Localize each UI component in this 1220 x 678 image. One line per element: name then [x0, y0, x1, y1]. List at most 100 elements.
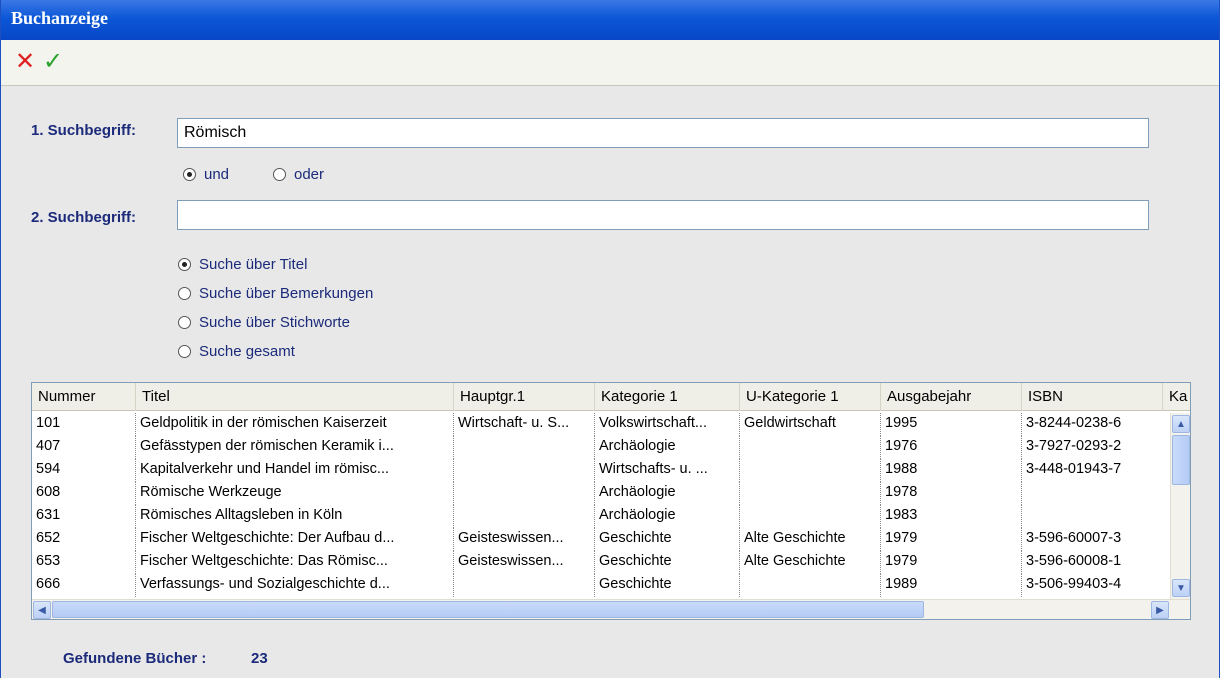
cell-titel[interactable]: Kapitalverkehr und Handel im römisc... [136, 459, 454, 482]
vertical-scroll-thumb[interactable] [1172, 435, 1190, 485]
results-grid[interactable]: Nummer Titel Hauptgr.1 Kategorie 1 U-Kat… [31, 382, 1191, 620]
col-header-ka[interactable]: Ka [1163, 383, 1190, 411]
cell-hauptgr[interactable] [454, 482, 595, 505]
cell-isbn[interactable]: 3-596-60008-1 [1022, 551, 1162, 574]
cell-ukategorie[interactable] [740, 505, 881, 528]
search-term-1-label: 1. Suchbegriff: [31, 122, 137, 139]
col-header-kategorie[interactable]: Kategorie 1 [595, 383, 740, 411]
table-row[interactable]: 101 Geldpolitik in der römischen Kaiserze… [32, 413, 1162, 436]
cell-isbn[interactable]: 3-448-01943-7 [1022, 459, 1162, 482]
cell-kategorie[interactable]: Geschichte [595, 528, 740, 551]
radio-oder-dot[interactable] [273, 168, 286, 181]
cell-ausgabejahr[interactable]: 1976 [881, 436, 1022, 459]
cell-titel[interactable]: Gefässtypen der römischen Keramik i... [136, 436, 454, 459]
scroll-down-icon[interactable]: ▼ [1172, 579, 1190, 597]
cell-isbn[interactable] [1022, 482, 1162, 505]
table-row[interactable]: 594 Kapitalverkehr und Handel im römisc..… [32, 459, 1162, 482]
radio-scope-stichworte-dot[interactable] [178, 316, 191, 329]
cell-isbn[interactable]: 3-506-99403-4 [1022, 574, 1162, 597]
cell-titel[interactable]: Geldpolitik in der römischen Kaiserzeit [136, 413, 454, 436]
cell-hauptgr[interactable] [454, 574, 595, 597]
cell-kategorie[interactable]: Archäologie [595, 436, 740, 459]
cell-nummer[interactable]: 653 [32, 551, 136, 574]
search-term-2-input[interactable] [177, 200, 1149, 230]
vertical-scrollbar[interactable]: ▲ ▼ [1170, 413, 1190, 599]
cell-hauptgr[interactable] [454, 436, 595, 459]
cell-isbn[interactable] [1022, 505, 1162, 528]
radio-und-dot[interactable] [183, 168, 196, 181]
cell-nummer[interactable]: 666 [32, 574, 136, 597]
cell-hauptgr[interactable]: Geisteswissen... [454, 551, 595, 574]
confirm-icon[interactable]: ✓ [41, 50, 65, 74]
table-row[interactable]: 608 Römische Werkzeuge Archäologie 1978 [32, 482, 1162, 505]
cell-kategorie[interactable]: Geschichte [595, 574, 740, 597]
cell-nummer[interactable]: 608 [32, 482, 136, 505]
table-row[interactable]: 653 Fischer Weltgeschichte: Das Römisc...… [32, 551, 1162, 574]
cell-ukategorie[interactable] [740, 436, 881, 459]
table-row[interactable]: 407 Gefässtypen der römischen Keramik i..… [32, 436, 1162, 459]
cell-ukategorie[interactable] [740, 459, 881, 482]
cell-nummer[interactable]: 101 [32, 413, 136, 436]
cell-ausgabejahr[interactable]: 1983 [881, 505, 1022, 528]
cell-ausgabejahr[interactable]: 1979 [881, 551, 1022, 574]
horizontal-scroll-thumb[interactable] [52, 601, 924, 618]
col-header-nummer[interactable]: Nummer [32, 383, 136, 411]
cell-kategorie[interactable]: Wirtschafts- u. ... [595, 459, 740, 482]
radio-scope-titel-dot[interactable] [178, 258, 191, 271]
col-header-isbn[interactable]: ISBN [1022, 383, 1163, 411]
horizontal-scrollbar[interactable]: ◀ ▶ [32, 599, 1190, 619]
table-row[interactable]: 631 Römisches Alltagsleben in Köln Archäol… [32, 505, 1162, 528]
cell-nummer[interactable]: 407 [32, 436, 136, 459]
col-header-hauptgr[interactable]: Hauptgr.1 [454, 383, 595, 411]
cell-ausgabejahr[interactable]: 1978 [881, 482, 1022, 505]
cell-ukategorie[interactable]: Geldwirtschaft [740, 413, 881, 436]
scroll-up-icon[interactable]: ▲ [1172, 415, 1190, 433]
cell-hauptgr[interactable] [454, 505, 595, 528]
radio-und-label: und [204, 166, 230, 183]
cell-isbn[interactable]: 3-8244-0238-6 [1022, 413, 1162, 436]
table-row[interactable]: 666 Verfassungs- und Sozialgeschichte d..… [32, 574, 1162, 597]
cell-hauptgr[interactable]: Geisteswissen... [454, 528, 595, 551]
cell-titel[interactable]: Fischer Weltgeschichte: Der Aufbau d... [136, 528, 454, 551]
cell-ausgabejahr[interactable]: 1989 [881, 574, 1022, 597]
cell-kategorie[interactable]: Geschichte [595, 551, 740, 574]
search-term-1-input[interactable] [177, 118, 1149, 148]
cell-nummer[interactable]: 652 [32, 528, 136, 551]
col-header-ausgabejahr[interactable]: Ausgabejahr [881, 383, 1022, 411]
col-header-titel[interactable]: Titel [136, 383, 454, 411]
cell-titel[interactable]: Römisches Alltagsleben in Köln [136, 505, 454, 528]
cell-ausgabejahr[interactable]: 1979 [881, 528, 1022, 551]
radio-oder[interactable]: oder [273, 166, 324, 183]
cancel-icon[interactable]: ✕ [13, 50, 37, 74]
cell-titel[interactable]: Verfassungs- und Sozialgeschichte d... [136, 574, 454, 597]
cell-titel[interactable]: Fischer Weltgeschichte: Das Römisc... [136, 551, 454, 574]
cell-titel[interactable]: Römische Werkzeuge [136, 482, 454, 505]
col-header-ukategorie[interactable]: U-Kategorie 1 [740, 383, 881, 411]
cell-ukategorie[interactable]: Alte Geschichte [740, 528, 881, 551]
cell-hauptgr[interactable] [454, 459, 595, 482]
radio-scope-stichworte[interactable]: Suche über Stichworte [178, 314, 350, 331]
radio-scope-gesamt[interactable]: Suche gesamt [178, 343, 295, 360]
radio-scope-bemerkungen-dot[interactable] [178, 287, 191, 300]
cell-ausgabejahr[interactable]: 1995 [881, 413, 1022, 436]
cell-ukategorie[interactable]: Alte Geschichte [740, 551, 881, 574]
cell-isbn[interactable]: 3-596-60007-3 [1022, 528, 1162, 551]
cell-kategorie[interactable]: Archäologie [595, 482, 740, 505]
scroll-left-icon[interactable]: ◀ [33, 601, 51, 619]
cell-hauptgr[interactable]: Wirtschaft- u. S... [454, 413, 595, 436]
radio-scope-bemerkungen[interactable]: Suche über Bemerkungen [178, 285, 373, 302]
radio-scope-titel[interactable]: Suche über Titel [178, 256, 307, 273]
cell-nummer[interactable]: 594 [32, 459, 136, 482]
cell-nummer[interactable]: 631 [32, 505, 136, 528]
radio-und[interactable]: und [183, 166, 229, 183]
cell-ukategorie[interactable] [740, 482, 881, 505]
cell-ukategorie[interactable] [740, 574, 881, 597]
cell-kategorie[interactable]: Archäologie [595, 505, 740, 528]
table-row[interactable]: 652 Fischer Weltgeschichte: Der Aufbau d.… [32, 528, 1162, 551]
cell-kategorie[interactable]: Volkswirtschaft... [595, 413, 740, 436]
radio-scope-gesamt-dot[interactable] [178, 345, 191, 358]
window-title: Buchanzeige [1, 0, 1219, 40]
scroll-right-icon[interactable]: ▶ [1151, 601, 1169, 619]
cell-ausgabejahr[interactable]: 1988 [881, 459, 1022, 482]
cell-isbn[interactable]: 3-7927-0293-2 [1022, 436, 1162, 459]
